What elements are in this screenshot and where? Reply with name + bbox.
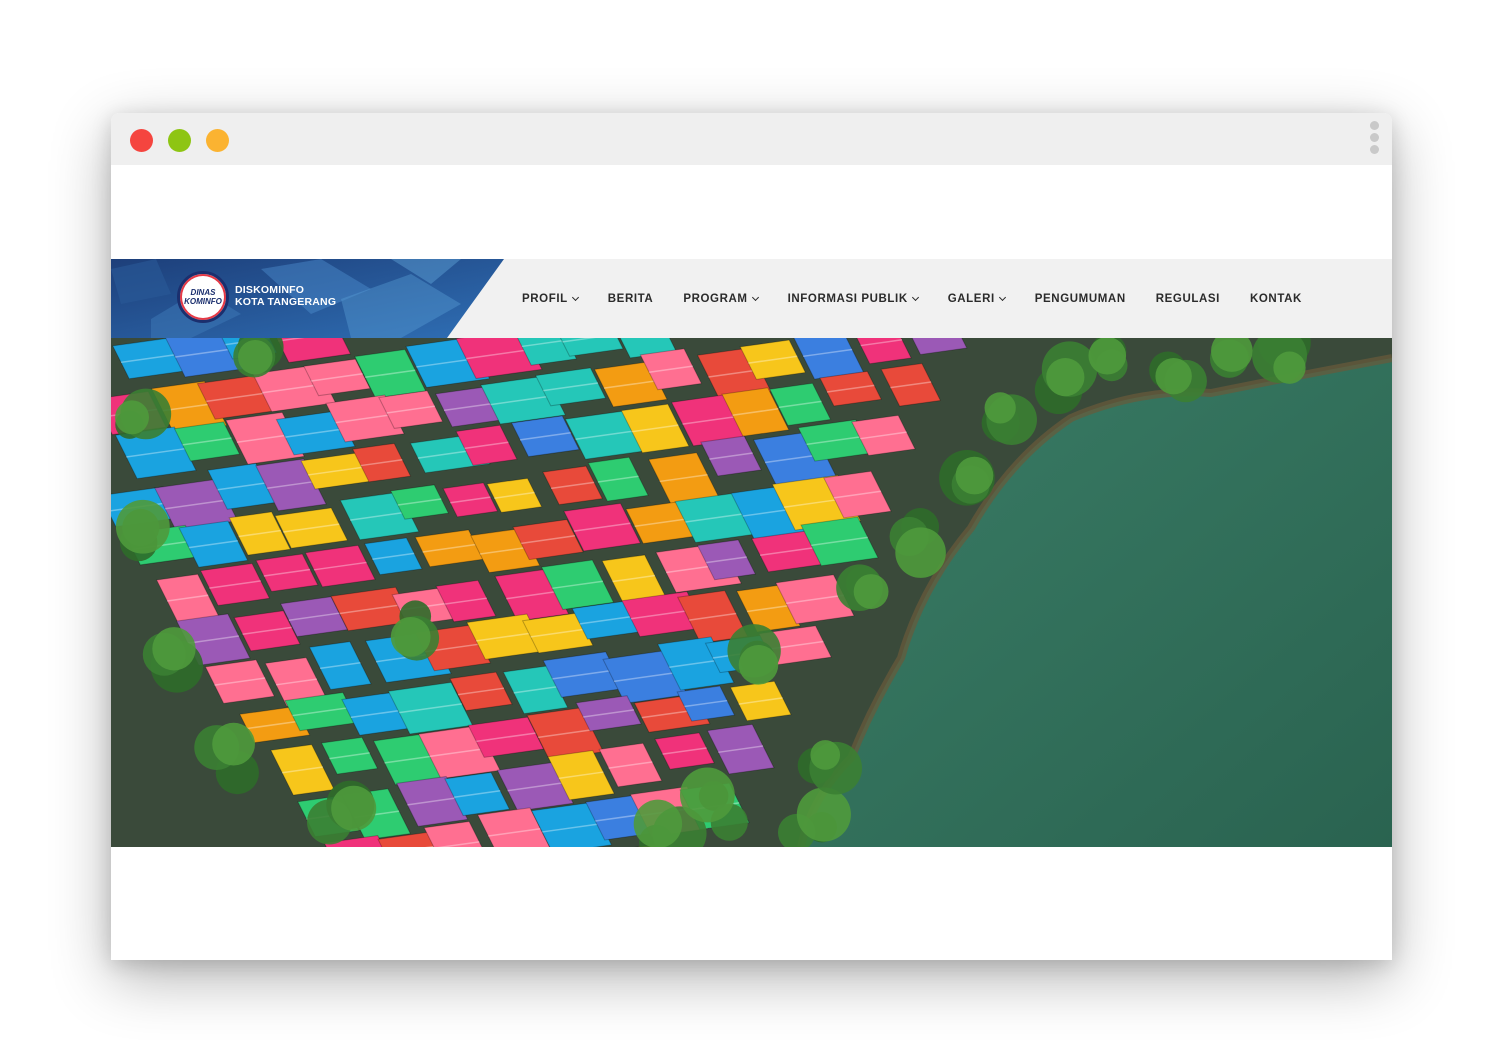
- nav-label: PROGRAM: [683, 292, 748, 305]
- chevron-down-icon: [911, 293, 919, 301]
- tree: [390, 616, 431, 657]
- chevron-down-icon: [751, 293, 759, 301]
- main-navigation: PROFIL BERITA PROGRAM INFORMASI PUBLIK G…: [522, 259, 1332, 338]
- more-options-icon[interactable]: [1370, 121, 1380, 157]
- logo-panel[interactable]: DINAS KOMINFO DISKOMINFO KOTA TANGERANG: [111, 259, 506, 338]
- tree: [115, 499, 170, 554]
- nav-item-galeri[interactable]: GALERI: [947, 292, 1006, 305]
- tree: [810, 740, 841, 770]
- nav-item-profil[interactable]: PROFIL: [522, 292, 579, 305]
- nav-label: PENGUMUMAN: [1034, 292, 1126, 305]
- tree: [895, 527, 946, 578]
- tree: [679, 767, 735, 823]
- chevron-down-icon: [998, 293, 1006, 301]
- tree: [331, 785, 377, 831]
- window-titlebar: [111, 113, 1392, 165]
- close-window-button[interactable]: [130, 129, 153, 152]
- maximize-window-button[interactable]: [206, 129, 229, 152]
- site-name-line1: DISKOMINFO: [235, 284, 305, 296]
- nav-item-pengumuman[interactable]: PENGUMUMAN: [1035, 293, 1126, 305]
- logo-badge-line2: KOMINFO: [184, 297, 222, 306]
- hero-banner-image: [111, 338, 1392, 847]
- site-header: DINAS KOMINFO DISKOMINFO KOTA TANGERANG …: [111, 259, 1392, 338]
- nav-label: REGULASI: [1155, 292, 1220, 305]
- tree: [955, 456, 994, 495]
- minimize-window-button[interactable]: [168, 129, 191, 152]
- tree: [152, 627, 196, 671]
- site-name: DISKOMINFO KOTA TANGERANG: [235, 284, 336, 308]
- nav-label: PROFIL: [522, 292, 568, 305]
- nav-label: INFORMASI PUBLIK: [787, 292, 908, 305]
- hero-illustration: [111, 338, 1392, 847]
- tree: [853, 574, 889, 609]
- tree: [1088, 338, 1127, 375]
- tree: [1273, 351, 1306, 384]
- nav-label: BERITA: [607, 292, 654, 305]
- tree: [1155, 357, 1192, 395]
- nav-item-regulasi[interactable]: REGULASI: [1156, 293, 1220, 305]
- tree: [738, 645, 779, 685]
- nav-label: KONTAK: [1249, 292, 1302, 305]
- kominfo-logo: DINAS KOMINFO: [177, 271, 229, 323]
- nav-item-informasi-publik[interactable]: INFORMASI PUBLIK: [787, 292, 919, 305]
- tree: [1046, 357, 1085, 397]
- nav-item-program[interactable]: PROGRAM: [683, 292, 759, 305]
- tree: [238, 339, 273, 375]
- tree: [115, 400, 149, 435]
- tree: [212, 722, 255, 766]
- logo-badge-line1: DINAS: [190, 288, 216, 297]
- tree: [796, 787, 851, 842]
- chevron-down-icon: [571, 293, 579, 301]
- nav-item-kontak[interactable]: KONTAK: [1250, 293, 1302, 305]
- site-name-line2: KOTA TANGERANG: [235, 296, 337, 308]
- tree: [633, 799, 683, 847]
- nav-item-berita[interactable]: BERITA: [608, 293, 654, 305]
- nav-label: GALERI: [947, 292, 995, 305]
- tree: [984, 392, 1016, 424]
- browser-window: DINAS KOMINFO DISKOMINFO KOTA TANGERANG …: [111, 113, 1392, 960]
